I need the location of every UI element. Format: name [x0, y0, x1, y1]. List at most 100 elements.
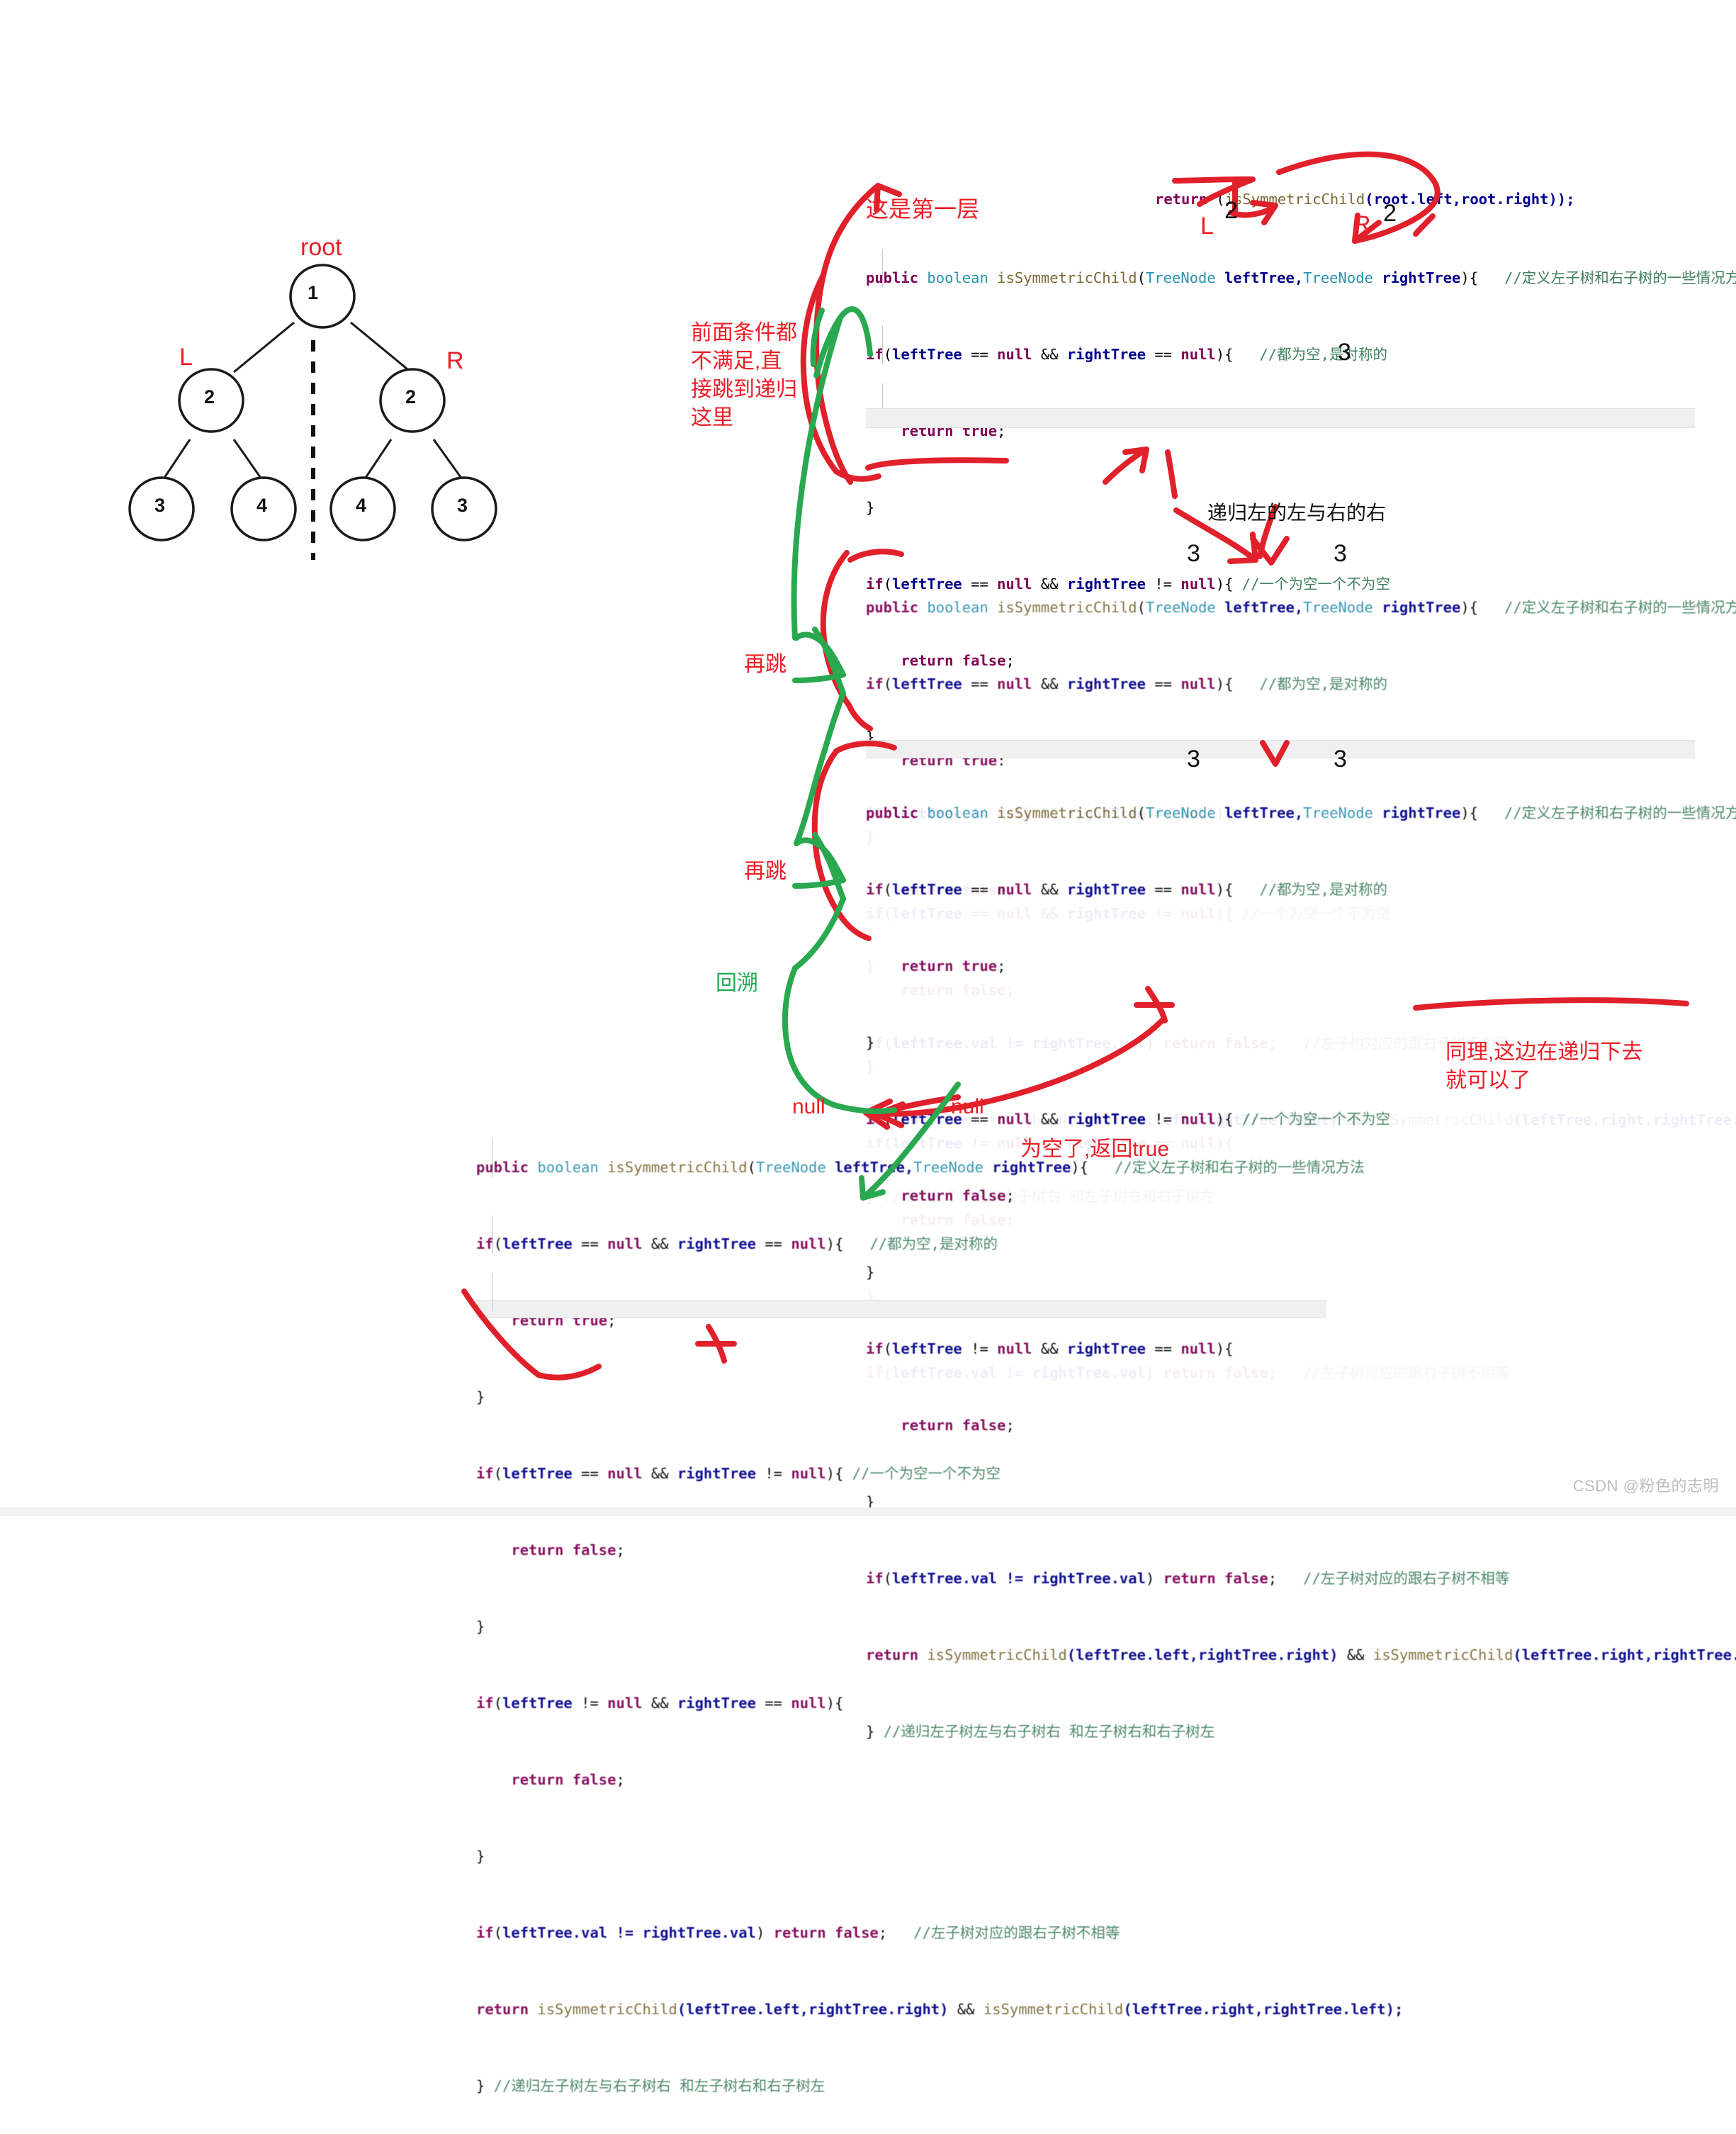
literal-null6: null — [791, 1695, 826, 1712]
literal-null2: null — [791, 1235, 826, 1252]
var-righttree: rightTree — [677, 1235, 756, 1252]
var-righttree3: rightTree — [677, 1695, 756, 1712]
brace: ){ — [1215, 346, 1234, 363]
diagram-canvas: 1 2 2 3 4 4 3 root L R return (isSymmetr… — [0, 0, 1736, 2094]
kw-public: public — [866, 804, 919, 821]
brace-close: } — [866, 1034, 875, 1051]
var-lefttree: leftTree — [892, 881, 962, 898]
editor-highlight-row — [866, 740, 1695, 758]
code-line-if-both-null: if(leftTree == null && rightTree == null… — [866, 880, 1736, 899]
annotation-L-marker: L — [1200, 213, 1214, 240]
paren-close-brace: ){ — [1460, 599, 1479, 616]
comment-define-method: //定义左子树和右子树的一些情况方法 — [1478, 804, 1736, 821]
paren: ( — [883, 881, 893, 898]
operator-eq: == — [962, 675, 998, 692]
paren-open: ( — [1137, 269, 1146, 286]
comment-both-null: //都为空,是对称的 — [1233, 346, 1387, 363]
semicolon: ; — [997, 958, 1006, 975]
tree-right-label: R — [446, 347, 464, 374]
var-righttree: rightTree — [1066, 881, 1146, 898]
brace-close3: } — [476, 1848, 485, 1865]
paren2: ( — [493, 1465, 503, 1482]
paren-close4: ) — [755, 1924, 774, 1941]
code-line-close-3: } — [476, 1847, 1403, 1866]
kw-return: return — [901, 958, 954, 975]
annotation-3-block3-left: 3 — [1187, 746, 1200, 773]
literal-false3: false — [825, 1924, 879, 1941]
paren-close-brace: ){ — [1460, 269, 1479, 286]
kw-boolean: boolean — [927, 599, 988, 616]
literal-null5: null — [607, 1695, 643, 1712]
paren-close-brace: ){ — [1460, 804, 1479, 821]
editor-highlight-row — [866, 408, 1695, 428]
code-line-if-both-null: if(leftTree == null && rightTree == null… — [476, 1235, 1403, 1254]
literal-null: null — [997, 346, 1032, 363]
annotation-same-recursion: 同理,这边在递归下去 就可以了 — [1445, 1040, 1643, 1092]
method-issymmetricchild: isSymmetricChild — [997, 804, 1137, 821]
method-issymmetricchild: isSymmetricChild — [997, 599, 1137, 616]
brace-close4: } — [476, 2077, 494, 2094]
method-call-2: isSymmetricChild — [983, 2001, 1124, 2018]
literal-null: null — [607, 1235, 643, 1252]
literal-null2: null — [1180, 881, 1216, 898]
code-line-close-2: } — [476, 1617, 1403, 1636]
operator-and2: && — [642, 1465, 677, 1482]
args-2: (leftTree.right,rightTree.left); — [1513, 1646, 1736, 1663]
type-treenode-1: TreeNode — [1145, 599, 1216, 616]
code-line-return-false-2: return false; — [476, 1770, 1403, 1790]
var-lefttree: leftTree — [892, 346, 962, 363]
semicolon4: ; — [878, 1924, 888, 1941]
kw-boolean: boolean — [927, 804, 988, 821]
var-righttree: rightTree — [1066, 346, 1146, 363]
semicolon3: ; — [616, 1771, 625, 1788]
brace-close: } — [866, 499, 875, 516]
indent-guide — [492, 1273, 493, 1311]
paren: ( — [493, 1235, 503, 1252]
type-treenode-1: TreeNode — [1145, 804, 1216, 821]
comment-one-null: //一个为空一个不为空 — [843, 1465, 1001, 1482]
var-righttree2: rightTree — [677, 1465, 756, 1482]
code-line-return-false-1: return false; — [476, 1541, 1403, 1560]
annotation-3-block2-right: 3 — [1334, 540, 1347, 567]
kw-if: if — [866, 675, 884, 692]
annotation-null-left: null — [792, 1095, 825, 1118]
tree-node-r2b-value: 3 — [457, 495, 468, 516]
semicolon2: ; — [616, 1541, 625, 1559]
var-lefttree2: leftTree — [502, 1465, 573, 1482]
type-treenode-1: TreeNode — [755, 1159, 826, 1176]
annotation-first-layer: 这是第一层 — [866, 196, 980, 222]
paren-open: ( — [747, 1159, 756, 1176]
literal-null: null — [997, 881, 1032, 898]
operator-neq: != — [756, 1465, 791, 1482]
brace: ){ — [1215, 675, 1234, 692]
kw-return5: return — [476, 2001, 529, 2018]
type-treenode-2: TreeNode — [1303, 804, 1373, 821]
kw-if4: if — [476, 1924, 494, 1941]
operator-and: && — [1032, 675, 1067, 692]
literal-false2: false — [572, 1771, 616, 1788]
code-line-signature: public boolean isSymmetricChild(TreeNode… — [866, 269, 1736, 288]
operator-neq2: != — [572, 1695, 608, 1712]
code-line-if-right-null: if(leftTree != null && rightTree == null… — [476, 1694, 1403, 1713]
var-lefttree: leftTree — [892, 675, 962, 692]
code-block-4: public boolean isSymmetricChild(TreeNode… — [476, 1120, 1403, 2134]
paren4: ( — [493, 1924, 503, 1941]
code-line-signature: public boolean isSymmetricChild(TreeNode… — [866, 804, 1736, 823]
type-treenode-2: TreeNode — [913, 1159, 983, 1176]
operator-and: && — [1032, 346, 1067, 363]
comment-both-null: //都为空,是对称的 — [843, 1235, 998, 1252]
annotation-empty-return-true: 为空了,返回true — [1020, 1138, 1170, 1161]
operator-and3: && — [642, 1695, 677, 1712]
param-lefttree: leftTree, — [1215, 599, 1304, 616]
kw-if3: if — [476, 1695, 494, 1712]
operator-eq2: == — [1146, 675, 1181, 692]
operator-eq: == — [962, 881, 998, 898]
paren-open: ( — [1137, 599, 1146, 616]
param-lefttree: leftTree, — [1215, 269, 1304, 286]
var-lefttree: leftTree — [502, 1235, 573, 1252]
brace-close2: } — [476, 1618, 485, 1635]
kw-public: public — [476, 1159, 529, 1176]
comment-val-neq: //左子树对应的跟右子树不相等 — [887, 1924, 1120, 1941]
kw-public: public — [866, 269, 919, 286]
operator-eq2: == — [756, 1235, 791, 1252]
